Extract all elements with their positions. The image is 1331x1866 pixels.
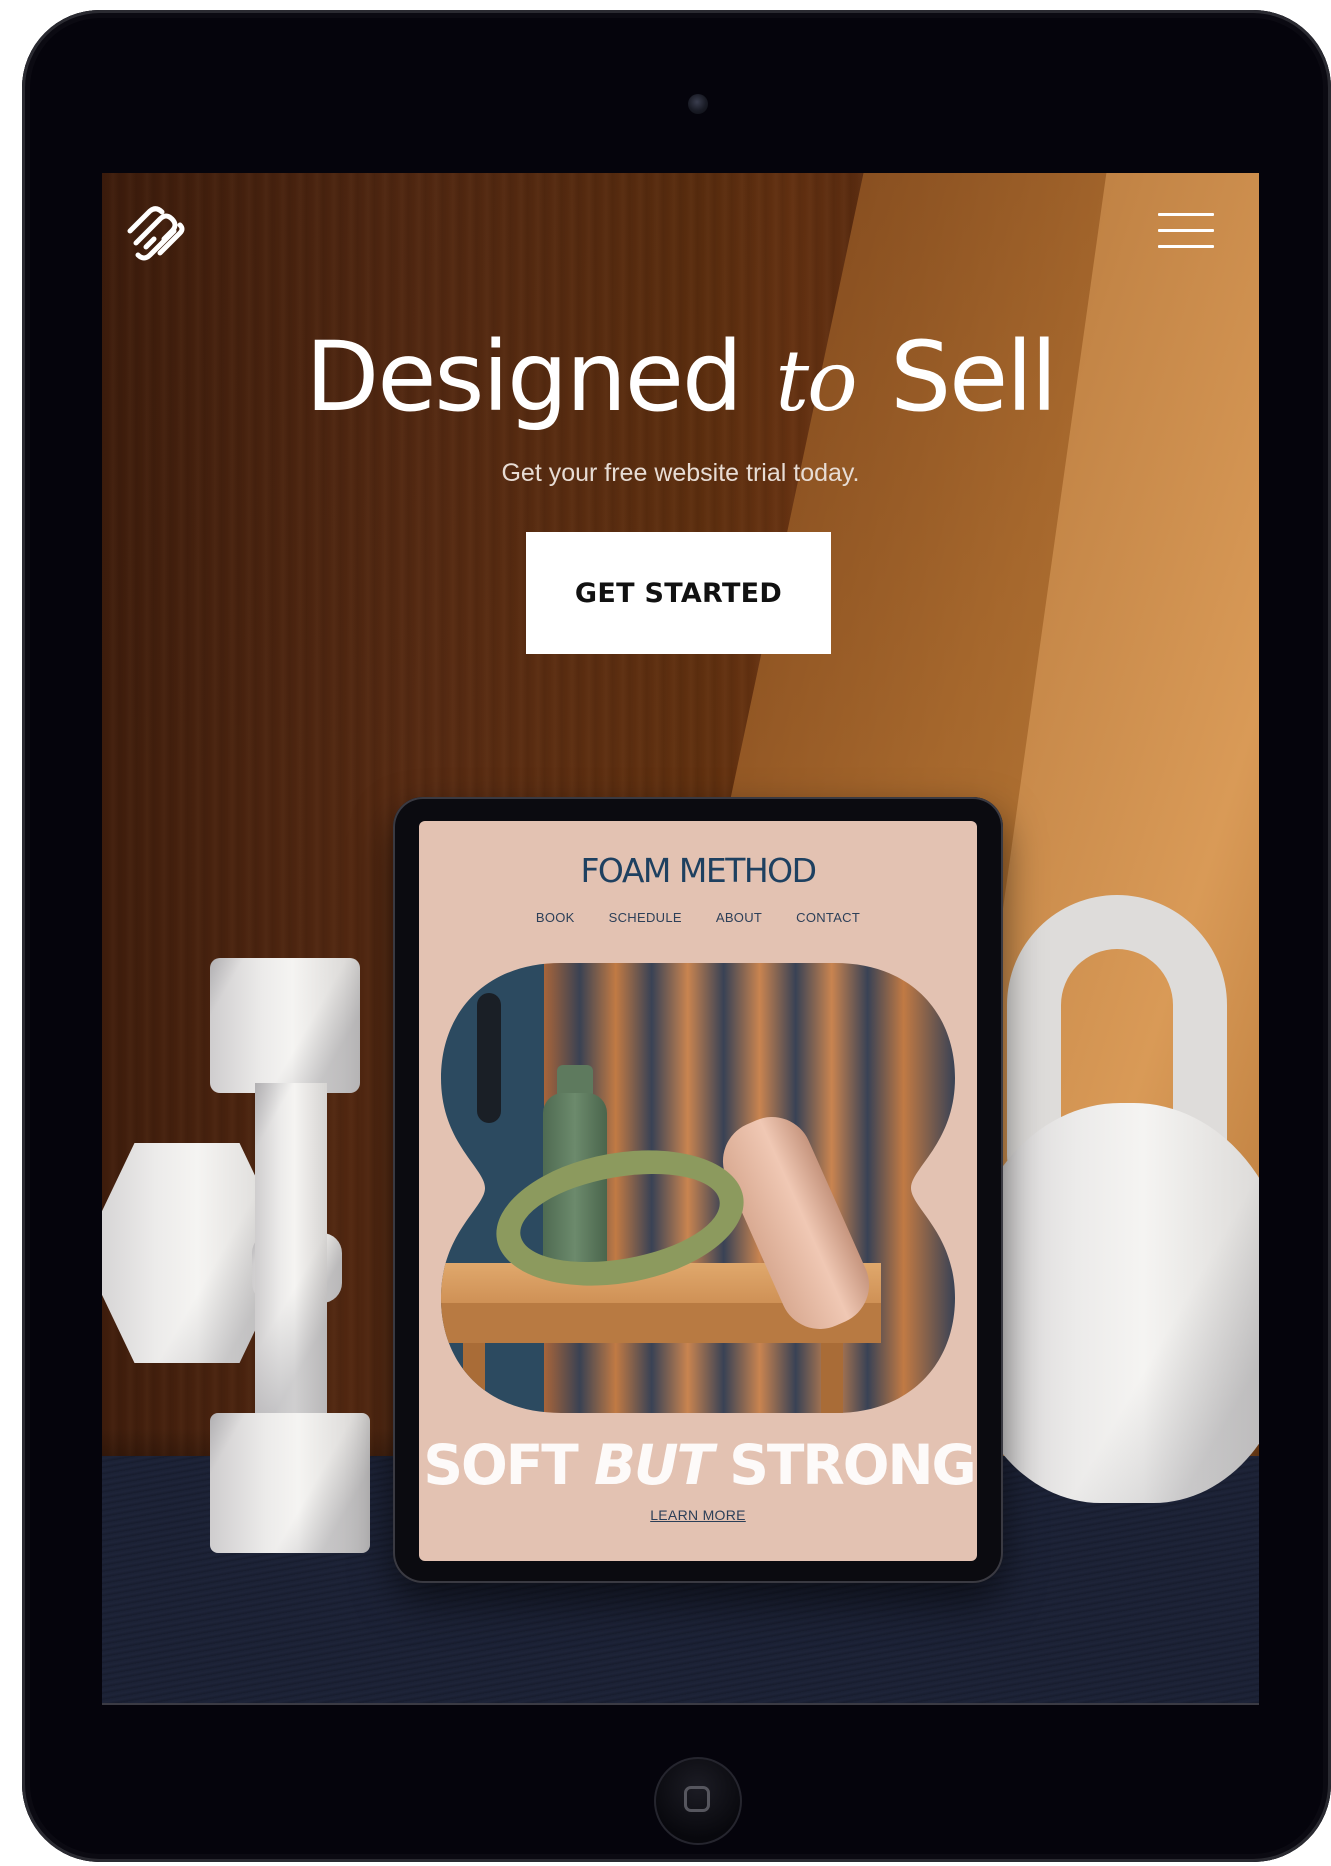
tagline-part1: SOFT <box>423 1433 578 1497</box>
hero-title-part2: Sell <box>890 321 1057 433</box>
table-leg <box>821 1343 843 1413</box>
mockup-nav-contact[interactable]: CONTACT <box>796 910 860 925</box>
screen-bottom-edge <box>102 1703 1259 1705</box>
menu-bar <box>1158 213 1214 216</box>
menu-bar <box>1158 229 1214 232</box>
mockup-nav: BOOK SCHEDULE ABOUT CONTACT <box>419 910 977 925</box>
hero-title-italic: to <box>775 332 857 430</box>
marble-dumbbell-top <box>210 958 360 1093</box>
get-started-button[interactable]: GET STARTED <box>526 532 831 654</box>
learn-more-wrapper: LEARN MORE <box>419 1507 977 1523</box>
mockup-nav-schedule[interactable]: SCHEDULE <box>609 910 682 925</box>
table-leg <box>463 1343 485 1413</box>
squarespace-logo-icon[interactable] <box>122 203 188 263</box>
marble-dumbbell-shaft <box>255 1083 327 1413</box>
mockup-tablet: FOAM METHOD BOOK SCHEDULE ABOUT CONTACT … <box>393 797 1003 1583</box>
mockup-nav-about[interactable]: ABOUT <box>716 910 762 925</box>
home-button-icon <box>684 1786 710 1812</box>
tagline-part2: STRONG <box>729 1433 976 1497</box>
hamburger-menu-icon[interactable] <box>1158 213 1216 253</box>
mockup-hero-image <box>441 963 955 1413</box>
hero-subtitle: Get your free website trial today. <box>501 459 860 487</box>
menu-bar <box>1158 245 1214 248</box>
mockup-nav-book[interactable]: BOOK <box>536 910 575 925</box>
kettlebell-body <box>962 1103 1259 1503</box>
mockup-brand-title: FOAM METHOD <box>580 851 817 890</box>
hero-title-part1: Designed <box>305 321 742 433</box>
jump-rope-handle <box>477 993 501 1123</box>
tagline-italic: BUT <box>593 1433 714 1497</box>
mockup-screen: FOAM METHOD BOOK SCHEDULE ABOUT CONTACT … <box>419 821 977 1561</box>
tablet-screen: Designed to Sell Get your free website t… <box>102 173 1259 1703</box>
marble-dumbbell-base <box>210 1413 370 1553</box>
mockup-tagline: SOFT BUT STRONG <box>419 1433 977 1497</box>
camera-icon <box>688 94 708 114</box>
learn-more-link[interactable]: LEARN MORE <box>650 1507 746 1523</box>
hero-title: Designed to Sell <box>102 324 1259 431</box>
